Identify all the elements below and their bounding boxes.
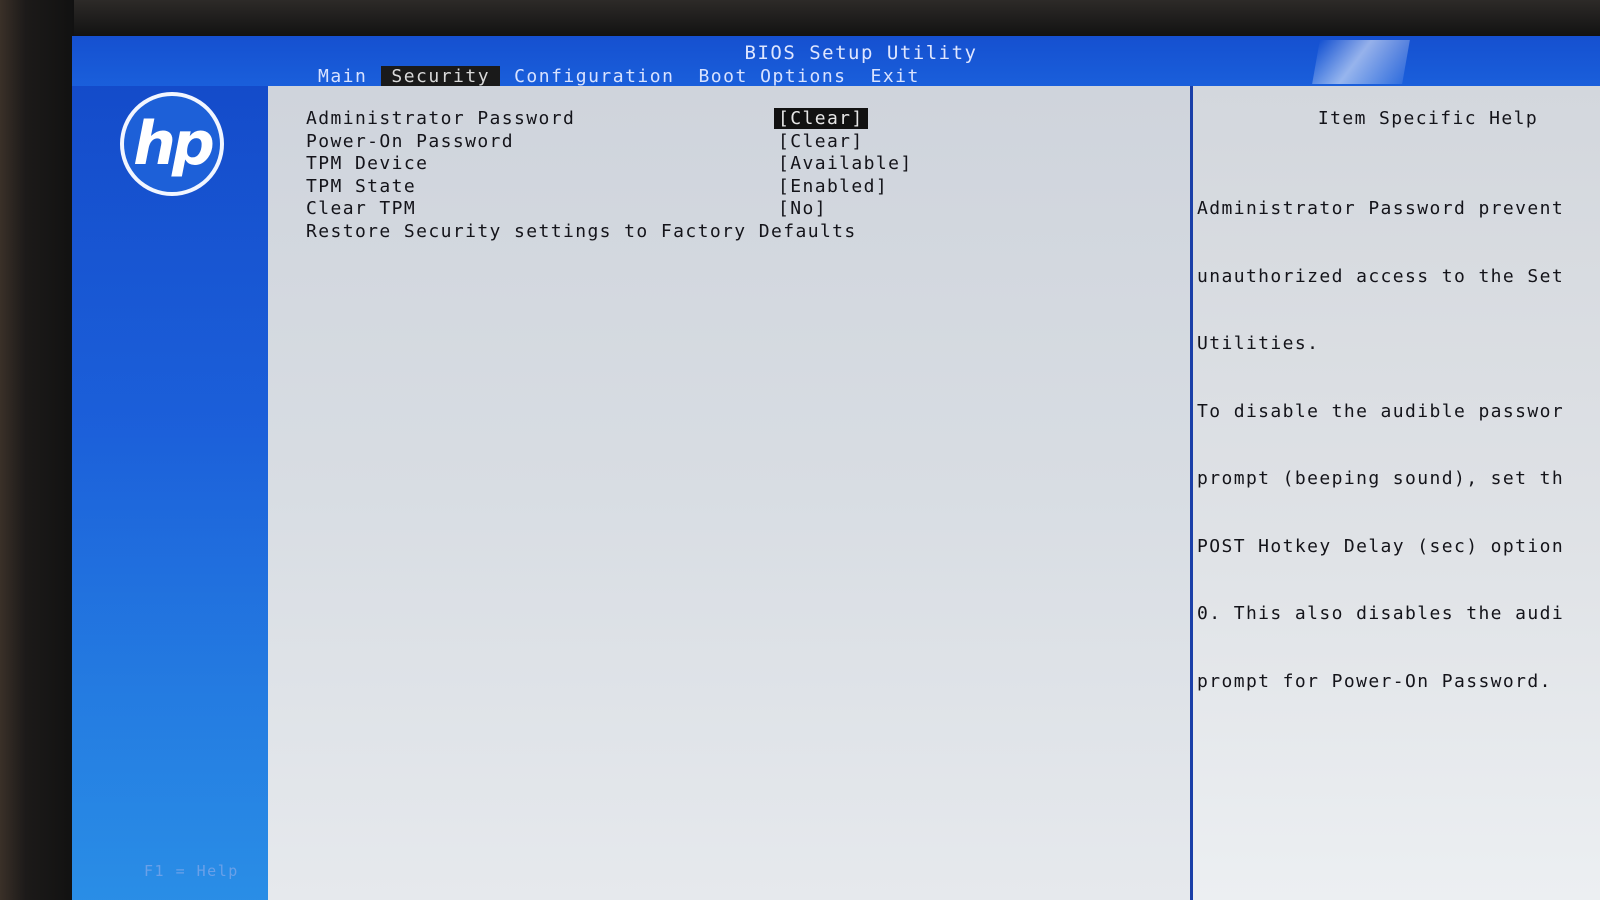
tab-boot-options[interactable]: Boot Options xyxy=(688,66,856,88)
tab-security[interactable]: Security xyxy=(381,66,501,88)
setting-restore-security-defaults[interactable]: Restore Security settings to Factory Def… xyxy=(306,221,1166,244)
setting-label: TPM State xyxy=(306,175,417,197)
setting-tpm-device[interactable]: TPM Device [Available] xyxy=(306,153,1166,176)
help-line: POST Hotkey Delay (sec) option xyxy=(1197,535,1565,557)
bios-screen: BIOS Setup Utility Main Security Configu… xyxy=(72,36,1600,900)
setting-value[interactable]: [No] xyxy=(774,198,831,219)
monitor-bezel-left xyxy=(0,0,74,900)
settings-panel: Administrator Password [Clear] Power-On … xyxy=(268,86,1193,900)
setting-power-on-password[interactable]: Power-On Password [Clear] xyxy=(306,131,1166,154)
setting-tpm-state[interactable]: TPM State [Enabled] xyxy=(306,176,1166,199)
title-bar: BIOS Setup Utility Main Security Configu… xyxy=(72,36,1600,88)
help-title: Item Specific Help xyxy=(1317,108,1539,129)
hp-logo-text: hp xyxy=(124,96,220,192)
screen-glare xyxy=(1312,40,1410,84)
setting-label: TPM Device xyxy=(306,153,429,174)
setting-label: Power-On Password xyxy=(306,130,515,152)
setting-value[interactable]: [Enabled] xyxy=(774,176,892,197)
setting-label: Clear TPM xyxy=(306,198,417,219)
help-line: unauthorized access to the Set xyxy=(1197,265,1565,287)
setting-value-selected[interactable]: [Clear] xyxy=(774,108,868,129)
setting-label: Administrator Password xyxy=(306,108,576,129)
footer-help-hint: F1 = Help xyxy=(144,862,239,880)
settings-list: Administrator Password [Clear] Power-On … xyxy=(306,108,1166,243)
tab-main[interactable]: Main xyxy=(308,66,377,88)
help-line: prompt for Power-On Password. xyxy=(1197,670,1552,692)
sidebar xyxy=(72,86,282,900)
help-text: Administrator Password prevent unauthori… xyxy=(1197,153,1600,738)
setting-value[interactable]: [Clear] xyxy=(774,131,868,152)
help-line: Administrator Password prevent xyxy=(1197,198,1565,219)
help-line: prompt (beeping sound), set th xyxy=(1197,468,1565,489)
tab-exit[interactable]: Exit xyxy=(861,66,930,88)
menu-bar: Main Security Configuration Boot Options… xyxy=(308,66,934,88)
help-line: Utilities. xyxy=(1197,333,1320,354)
tab-configuration[interactable]: Configuration xyxy=(504,66,684,88)
setting-clear-tpm[interactable]: Clear TPM [No] xyxy=(306,198,1166,221)
help-panel: Item Specific Help Administrator Passwor… xyxy=(1193,86,1600,900)
help-line: 0. This also disables the audi xyxy=(1197,603,1565,624)
setting-label: Restore Security settings to Factory Def… xyxy=(306,220,857,242)
setting-administrator-password[interactable]: Administrator Password [Clear] xyxy=(306,108,1166,131)
monitor-bezel-top xyxy=(0,0,1600,36)
hp-logo-icon: hp xyxy=(120,92,224,196)
help-line: To disable the audible passwor xyxy=(1197,400,1565,422)
setting-value[interactable]: [Available] xyxy=(774,153,917,174)
